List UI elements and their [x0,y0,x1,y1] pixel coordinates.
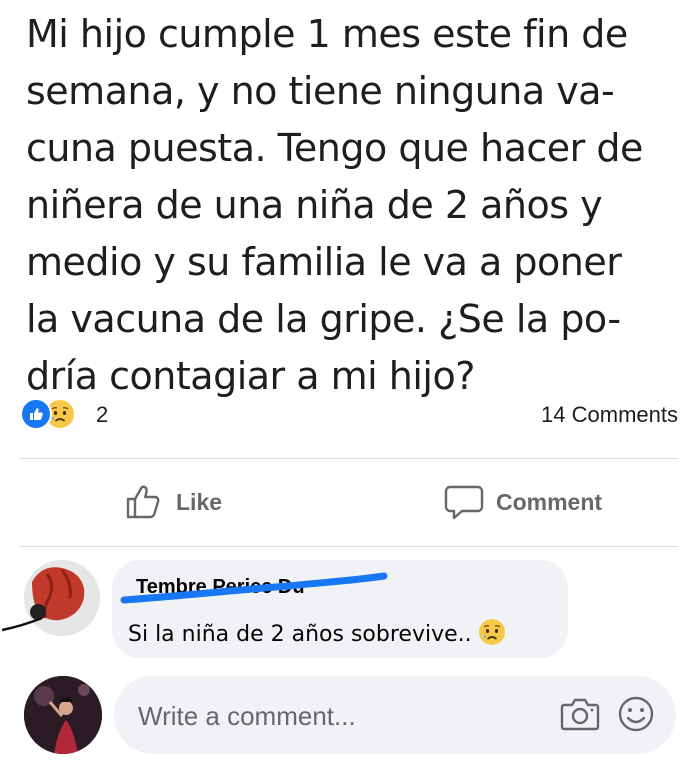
comment-button[interactable]: Comment [444,480,602,524]
comment-bubble-icon [444,485,484,520]
reaction-count[interactable]: 2 [96,402,108,428]
post-text: Mi hijo cumple 1 mes este fin de semana,… [26,6,690,405]
comment-composer [114,676,676,756]
divider [20,458,678,459]
post-line: semana, y no tiene ninguna va- [26,69,615,113]
post-line: la vacuna de la gripe. ¿Se la po- [26,297,621,341]
comment-text: Si la niña de 2 años sobrevive.. [128,618,506,652]
post-line: medio y su familia le va a poner [26,240,622,284]
like-button[interactable]: Like [124,480,222,524]
divider [20,546,678,547]
camera-icon[interactable] [560,696,600,737]
post-line: dría contagiar a mi hijo? [26,354,475,398]
comment-bubble: Tembre Perice Du Si la niña de 2 años so… [112,560,568,658]
post-line: niñera de una niña de 2 años y [26,183,603,227]
smiley-icon[interactable] [616,694,656,739]
reaction-summary[interactable] [20,398,76,430]
redaction-scribble [120,572,388,604]
thumbs-up-icon [126,485,160,519]
like-icon [20,398,52,430]
worried-face-icon [478,618,506,652]
comments-count[interactable]: 14 Comments [541,402,678,428]
comment-label: Comment [496,488,603,515]
post-line: Mi hijo cumple 1 mes este fin de [26,12,628,56]
post-stats: 2 14 Comments [20,398,678,430]
post-line: cuna puesta. Tengo que hacer de [26,126,643,170]
avatar[interactable] [2,560,100,636]
user-avatar[interactable] [24,676,102,754]
like-label: Like [176,488,223,515]
comment-input[interactable] [136,676,560,756]
